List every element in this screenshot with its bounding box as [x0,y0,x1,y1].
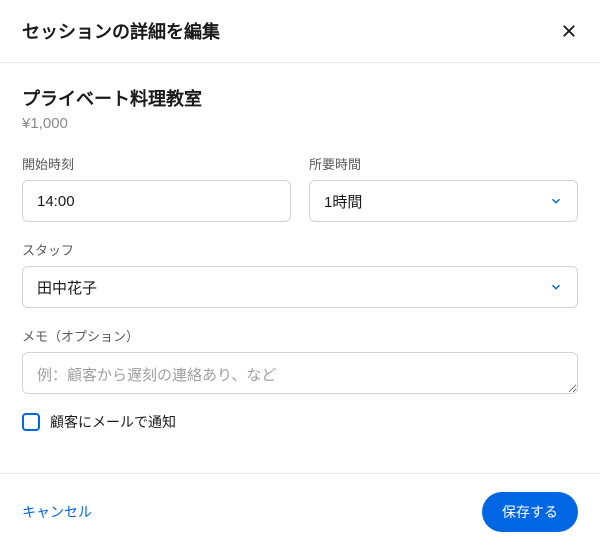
notify-label: 顧客にメールで通知 [50,412,176,432]
notify-checkbox[interactable] [22,413,40,431]
memo-textarea[interactable] [22,352,578,394]
save-button[interactable]: 保存する [482,492,578,532]
cancel-button[interactable]: キャンセル [22,502,92,522]
memo-label: メモ（オプション） [22,326,578,345]
dialog-header: セッションの詳細を編集 [0,0,600,63]
staff-label: スタッフ [22,240,578,259]
service-price: ¥1,000 [22,115,578,132]
memo-field: メモ（オプション） [22,326,578,394]
staff-value: 田中花子 [37,277,97,298]
duration-field: 所要時間 1時間 [309,154,578,222]
chevron-down-icon [549,280,563,294]
staff-select[interactable]: 田中花子 [22,266,578,308]
start-time-input[interactable] [22,180,291,222]
duration-select[interactable]: 1時間 [309,180,578,222]
duration-value: 1時間 [324,191,362,212]
dialog-footer: キャンセル 保存する [0,473,600,550]
dialog-title: セッションの詳細を編集 [22,18,220,44]
close-icon[interactable] [560,22,578,40]
start-time-label: 開始時刻 [22,154,291,173]
notify-row: 顧客にメールで通知 [22,412,578,432]
start-time-field: 開始時刻 [22,154,291,222]
duration-label: 所要時間 [309,154,578,173]
service-title: プライベート料理教室 [22,85,578,111]
chevron-down-icon [549,194,563,208]
dialog-content: プライベート料理教室 ¥1,000 開始時刻 所要時間 1時間 スタッフ [0,63,600,454]
staff-field: スタッフ 田中花子 [22,240,578,308]
time-row: 開始時刻 所要時間 1時間 [22,154,578,222]
